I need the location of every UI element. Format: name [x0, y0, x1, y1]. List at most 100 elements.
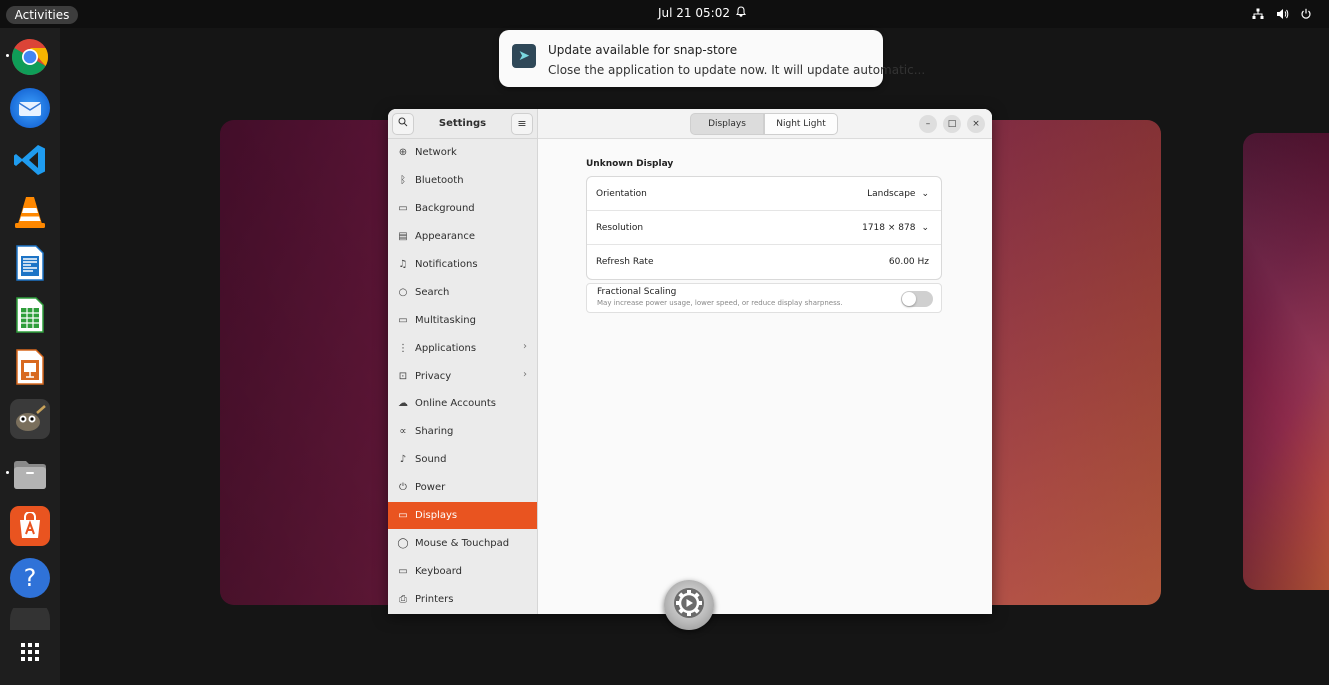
software-icon: [10, 506, 50, 546]
close-button[interactable]: ×: [967, 115, 985, 133]
sidebar-item-label: Notifications: [415, 259, 478, 270]
clock[interactable]: Jul 21 05:02: [658, 6, 746, 20]
content-header: Displays Night Light – □ ×: [538, 109, 992, 139]
sidebar-item-label: Network: [415, 147, 457, 159]
dock-item-files[interactable]: [5, 449, 55, 499]
activities-button[interactable]: Activities: [6, 6, 78, 24]
close-icon: ×: [972, 119, 980, 129]
sidebar-item-label: Sound: [415, 454, 447, 466]
appearance-icon: ▤: [398, 231, 408, 243]
system-tray[interactable]: [1249, 5, 1315, 23]
dock-item-gimp[interactable]: [5, 394, 55, 444]
sidebar-item-notifications[interactable]: ♫ Notifications: [388, 251, 537, 279]
sidebar-item-label: Background: [415, 203, 475, 215]
impress-icon: [10, 347, 50, 387]
search-button[interactable]: [392, 112, 414, 135]
orientation-row[interactable]: Orientation Landscape ⌄: [587, 177, 941, 211]
search-icon: [398, 117, 408, 130]
running-indicator: [6, 54, 9, 57]
fractional-scaling-toggle[interactable]: [901, 291, 933, 307]
settings-app-icon[interactable]: [664, 580, 714, 630]
vlc-icon: [10, 192, 50, 232]
sidebar-item-online-accounts[interactable]: ☁ Online Accounts: [388, 390, 537, 418]
dock-item-chrome[interactable]: [5, 32, 55, 82]
chevron-right-icon: ›: [523, 369, 527, 381]
minimize-button[interactable]: –: [919, 115, 937, 133]
sidebar-item-label: Sharing: [415, 426, 454, 438]
sidebar-item-applications[interactable]: ⋮ Applications ›: [388, 334, 537, 362]
subtitle-part: May increase power usage,: [597, 299, 693, 307]
bell-icon: ♫: [398, 259, 408, 270]
sidebar-item-background[interactable]: ▭ Background: [388, 195, 537, 223]
dock-item-help[interactable]: ?: [5, 553, 55, 603]
dock: ?: [0, 28, 60, 685]
refresh-rate-label: Refresh Rate: [596, 257, 654, 267]
orientation-value: Landscape: [867, 188, 916, 199]
dock-item-impress[interactable]: [5, 342, 55, 392]
resolution-label: Resolution: [596, 222, 644, 233]
dock-item-calc[interactable]: [5, 290, 55, 340]
network-icon[interactable]: [1249, 5, 1267, 23]
sidebar-item-mouse-touchpad[interactable]: ◯ Mouse & Touchpad: [388, 529, 537, 557]
sidebar-item-network[interactable]: ⊕ Network: [388, 139, 537, 167]
search-icon: ○: [398, 286, 408, 298]
running-indicator: [6, 471, 9, 474]
keyboard-icon: ▭: [398, 565, 408, 577]
sidebar-item-keyboard[interactable]: ▭ Keyboard: [388, 557, 537, 585]
files-icon: [10, 454, 50, 494]
alarm-bell-icon: [736, 6, 746, 20]
sidebar-item-sound[interactable]: ♪ Sound: [388, 446, 537, 474]
volume-icon[interactable]: [1273, 5, 1291, 23]
dock-item-vlc[interactable]: [5, 187, 55, 237]
top-bar: Activities Jul 21 05:02: [0, 0, 1329, 28]
sidebar-item-label: Bluetooth: [415, 175, 464, 187]
fractional-scaling-subtitle: May increase power usage, lower speed, o…: [597, 299, 843, 307]
display-icon: ▭: [398, 510, 408, 522]
sidebar-item-bluetooth[interactable]: ᛒ Bluetooth: [388, 167, 537, 195]
subtitle-part: lower: [694, 299, 715, 307]
resolution-row[interactable]: Resolution 1718 × 878 ⌄: [587, 211, 941, 245]
notification-title: Update available for snap-store: [548, 43, 738, 57]
network-icon: ⊕: [398, 147, 408, 159]
bluetooth-icon: ᛒ: [400, 175, 406, 187]
calc-icon: [10, 295, 50, 335]
subtitle-part: speed,: [716, 299, 740, 307]
show-applications-button[interactable]: [5, 627, 55, 677]
resolution-value: 1718 × 878: [862, 222, 916, 233]
dock-item-thunderbird[interactable]: [5, 83, 55, 133]
sidebar-item-label: Appearance: [415, 231, 476, 243]
display-name-label: Unknown Display: [586, 159, 674, 169]
workspace-wallpaper-next[interactable]: [1243, 133, 1329, 590]
main-menu-button[interactable]: ≡: [510, 112, 533, 135]
tab-displays[interactable]: Displays: [690, 113, 764, 135]
refresh-rate-row: Refresh Rate 60.00 Hz: [587, 245, 941, 279]
clock-text[interactable]: Jul 21 05:02: [658, 6, 730, 20]
sidebar-item-sharing[interactable]: ∝ Sharing: [388, 418, 537, 446]
sidebar-item-displays[interactable]: ▭ Displays: [388, 501, 537, 530]
multitasking-icon: ▭: [398, 314, 408, 326]
sidebar-item-label: Displays: [415, 510, 458, 522]
update-notification[interactable]: ➤ Update available for snap-store Close …: [499, 30, 925, 87]
sidebar-item-label: Power: [415, 482, 446, 494]
maximize-button[interactable]: □: [943, 115, 961, 133]
dock-item-writer[interactable]: [5, 238, 55, 288]
sidebar-item-appearance[interactable]: ▤ Appearance: [388, 223, 537, 251]
sidebar-item-search[interactable]: ○ Search: [388, 278, 537, 306]
chrome-icon: [10, 37, 50, 77]
chevron-right-icon: ›: [523, 341, 527, 353]
dock-item-vscode[interactable]: [5, 135, 55, 185]
gear-icon: [670, 584, 708, 626]
dock-item-software[interactable]: [5, 501, 55, 551]
tab-night-light[interactable]: Night Light: [764, 113, 838, 135]
sidebar-item-power[interactable]: ⏻ Power: [388, 474, 537, 502]
orientation-label: Orientation: [596, 188, 647, 199]
settings-nav-list: ⊕ Network ᛒ Bluetooth ▭ Background ▤ Appeara…: [388, 139, 537, 613]
sidebar-item-privacy[interactable]: ⊡ Privacy ›: [388, 362, 537, 390]
sidebar-item-printers[interactable]: ⎙ Printers: [388, 585, 537, 613]
sidebar-item-multitasking[interactable]: ▭ Multitasking: [388, 306, 537, 334]
sidebar-item-label: Online Accounts: [415, 398, 497, 410]
sidebar-item-label: Privacy: [415, 370, 452, 382]
displays-panel: Displays Night Light – □ × Unknown Displ…: [538, 109, 992, 614]
power-icon[interactable]: [1297, 5, 1315, 23]
fractional-scaling-label: Fractional Scaling: [597, 287, 677, 297]
